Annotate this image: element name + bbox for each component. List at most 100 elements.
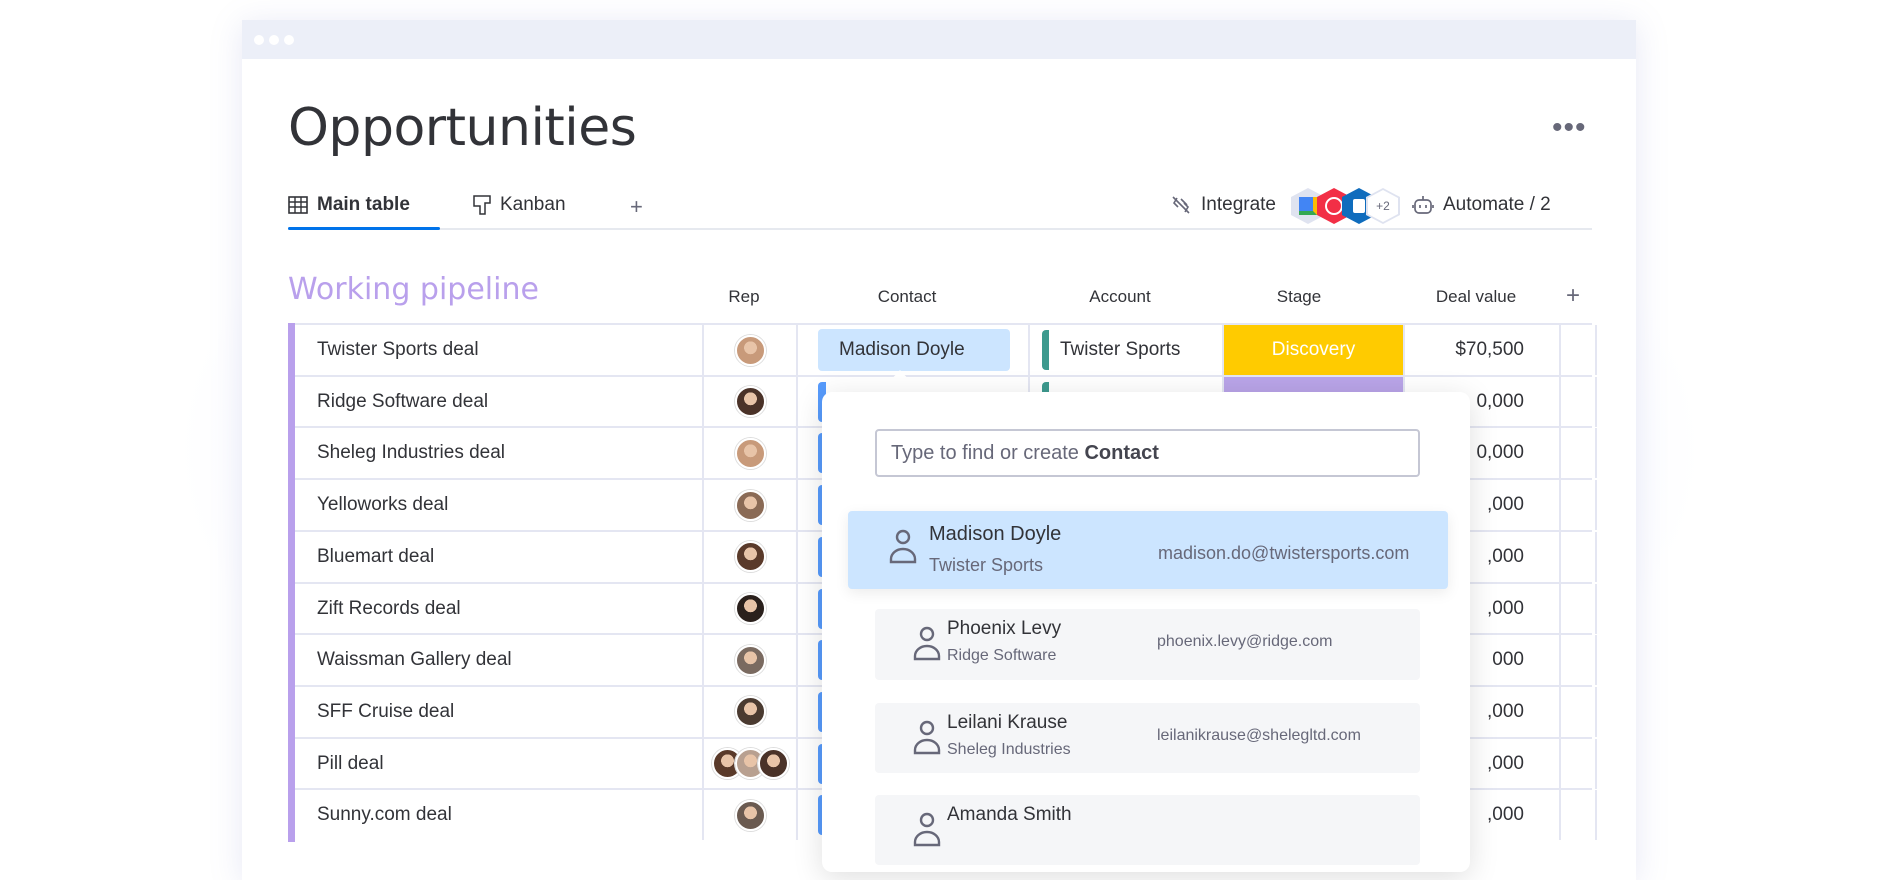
- rep-cell[interactable]: [704, 428, 798, 479]
- empty-cell: [1561, 325, 1597, 375]
- group-color-bar: [288, 426, 295, 481]
- deal-name[interactable]: Bluemart deal: [295, 531, 704, 582]
- popup-pointer: [878, 370, 922, 394]
- empty-cell: [1561, 686, 1597, 737]
- deal-name[interactable]: Twister Sports deal: [295, 325, 704, 375]
- rep-avatar[interactable]: [734, 437, 766, 469]
- account-chip-edge: [1042, 330, 1049, 370]
- window-dot: [269, 35, 279, 45]
- person-icon: [913, 720, 941, 755]
- window-titlebar: [242, 20, 1636, 59]
- deal-name[interactable]: Yelloworks deal: [295, 480, 704, 531]
- empty-cell: [1561, 428, 1597, 479]
- rep-avatar[interactable]: [757, 748, 789, 780]
- tab-main-table[interactable]: Main table: [288, 194, 410, 216]
- contact-option[interactable]: Leilani Krause Sheleg Industries leilani…: [875, 703, 1420, 773]
- rep-avatar[interactable]: [734, 696, 766, 728]
- deal-name[interactable]: Pill deal: [295, 738, 704, 789]
- search-placeholder: Type to find or create: [891, 442, 1079, 464]
- contact-picker-popup: Type to find or create Contact Madison D…: [822, 392, 1470, 872]
- tab-kanban[interactable]: Kanban: [473, 194, 566, 216]
- empty-cell: [1561, 790, 1597, 841]
- contact-option[interactable]: Amanda Smith: [875, 795, 1420, 865]
- contact-option[interactable]: Madison Doyle Twister Sports madison.do@…: [848, 511, 1448, 589]
- rep-cell[interactable]: [704, 635, 798, 686]
- rep-avatar[interactable]: [734, 644, 766, 676]
- contact-company: Sheleg Industries: [947, 741, 1071, 758]
- person-icon: [889, 529, 917, 564]
- column-header-deal-value[interactable]: Deal value: [1436, 287, 1516, 307]
- rep-avatar[interactable]: [734, 593, 766, 624]
- contact-name: Leilani Krause: [947, 712, 1068, 733]
- tabs-divider: [288, 228, 1592, 230]
- group-color-bar: [288, 529, 295, 584]
- rep-cell[interactable]: [704, 738, 798, 789]
- deal-name[interactable]: Sheleg Industries deal: [295, 428, 704, 479]
- integrations-more-count: +2: [1368, 190, 1398, 222]
- contact-name: Madison Doyle: [929, 523, 1062, 545]
- automate-label: Automate / 2: [1443, 194, 1551, 215]
- deal-name[interactable]: Sunny.com deal: [295, 790, 704, 841]
- deal-name[interactable]: Waissman Gallery deal: [295, 635, 704, 686]
- rep-cell[interactable]: [704, 480, 798, 531]
- rep-avatar[interactable]: [734, 541, 766, 573]
- contact-option[interactable]: Phoenix Levy Ridge Software phoenix.levy…: [875, 609, 1420, 680]
- group-color-bar: [288, 684, 295, 739]
- rep-cell[interactable]: [704, 325, 798, 375]
- contact-email: madison.do@twistersports.com: [1158, 543, 1410, 563]
- contact-company: Twister Sports: [929, 555, 1044, 575]
- deal-name[interactable]: Ridge Software deal: [295, 376, 704, 427]
- search-placeholder-entity: Contact: [1084, 442, 1159, 464]
- empty-cell: [1561, 583, 1597, 634]
- rep-avatar[interactable]: [734, 799, 766, 831]
- contact-chip[interactable]: Madison Doyle: [818, 329, 1010, 371]
- group-color-bar: [288, 581, 295, 636]
- account-name[interactable]: Twister Sports: [1060, 325, 1180, 375]
- contact-cell[interactable]: Madison Doyle: [798, 325, 1030, 375]
- robot-icon: [1412, 196, 1434, 214]
- column-header-contact[interactable]: Contact: [878, 287, 937, 307]
- column-header-account[interactable]: Account: [1089, 287, 1150, 307]
- column-header-rep[interactable]: Rep: [728, 287, 759, 307]
- empty-cell: [1561, 531, 1597, 582]
- integrations-more-badge[interactable]: +2: [1366, 188, 1400, 224]
- column-header-stage[interactable]: Stage: [1277, 287, 1321, 307]
- more-options-icon[interactable]: •••: [1552, 113, 1587, 143]
- rep-cell[interactable]: [704, 583, 798, 634]
- automate-button[interactable]: Automate / 2: [1412, 194, 1551, 216]
- deal-value[interactable]: $70,500: [1405, 325, 1561, 375]
- tab-label: Main table: [317, 194, 410, 215]
- contact-name: Amanda Smith: [947, 804, 1072, 825]
- rep-cell[interactable]: [704, 531, 798, 582]
- group-color-bar: [288, 788, 295, 843]
- contact-search-input[interactable]: Type to find or create Contact: [875, 429, 1420, 477]
- add-view-button[interactable]: +: [630, 194, 643, 220]
- rep-avatar[interactable]: [734, 386, 766, 418]
- group-color-bar: [288, 633, 295, 688]
- account-cell[interactable]: Twister Sports: [1030, 325, 1224, 375]
- group-color-bar: [288, 736, 295, 791]
- active-tab-indicator: [288, 227, 440, 230]
- table-row[interactable]: Twister Sports deal Madison Doyle Twiste…: [288, 323, 1597, 377]
- table-icon: [288, 196, 308, 214]
- contact-email: leilanikrause@shelegltd.com: [1157, 727, 1361, 744]
- rep-avatar[interactable]: [734, 489, 766, 521]
- stage-cell[interactable]: Discovery: [1224, 325, 1405, 375]
- rep-cell[interactable]: [704, 686, 798, 737]
- window-dot: [284, 35, 294, 45]
- kanban-icon: [473, 195, 491, 215]
- group-color-bar: [288, 374, 295, 429]
- group-title[interactable]: Working pipeline: [288, 272, 539, 307]
- window-dot: [254, 35, 264, 45]
- group-color-bar: [288, 323, 295, 377]
- rep-cell[interactable]: [704, 376, 798, 427]
- rep-avatar[interactable]: [734, 334, 766, 366]
- empty-cell: [1561, 480, 1597, 531]
- plug-icon: [1172, 196, 1190, 214]
- rep-cell[interactable]: [704, 790, 798, 841]
- integrate-button[interactable]: Integrate: [1170, 194, 1276, 216]
- tab-label: Kanban: [500, 194, 566, 215]
- add-column-button[interactable]: +: [1566, 282, 1580, 310]
- deal-name[interactable]: Zift Records deal: [295, 583, 704, 634]
- deal-name[interactable]: SFF Cruise deal: [295, 686, 704, 737]
